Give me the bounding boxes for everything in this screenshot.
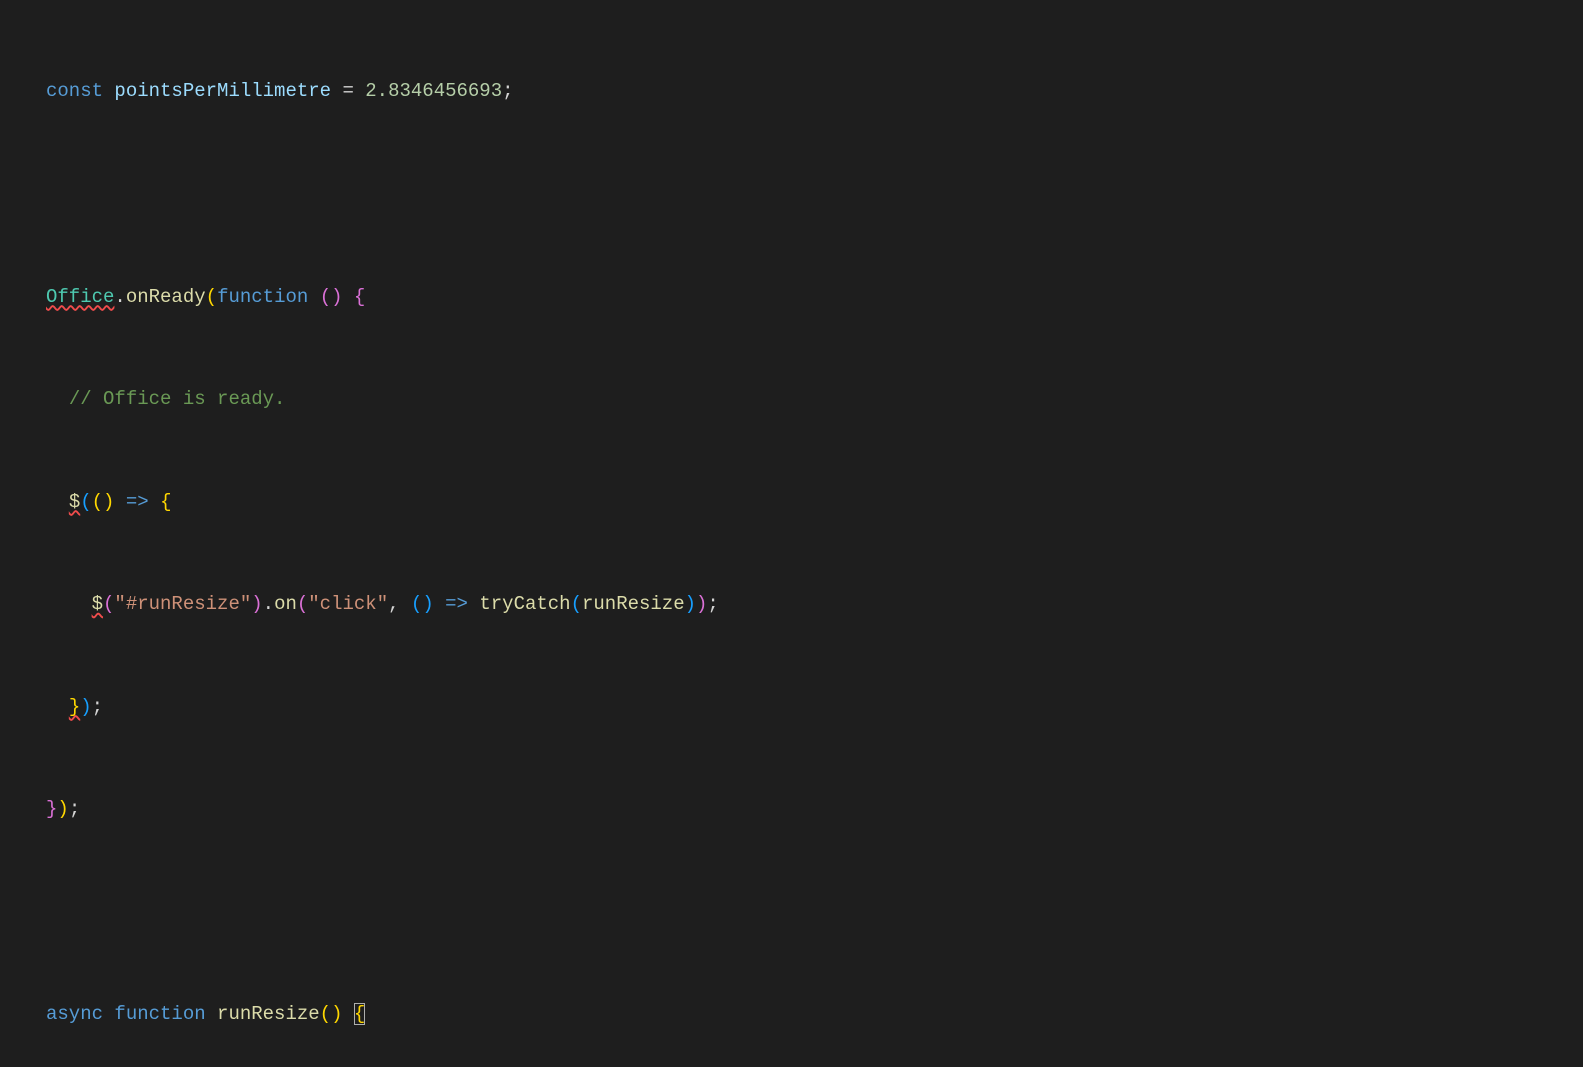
jquery-call: $ — [69, 491, 80, 513]
code-line[interactable]: async function runResize() { — [18, 997, 1583, 1031]
code-line[interactable]: // Office is ready. — [18, 382, 1583, 416]
code-line[interactable]: const pointsPerMillimetre = 2.8346456693… — [18, 74, 1583, 108]
string-literal: "#runResize" — [114, 593, 251, 615]
method-onready: onReady — [126, 286, 206, 308]
code-editor[interactable]: const pointsPerMillimetre = 2.8346456693… — [0, 0, 1583, 1067]
keyword-async: async — [46, 1003, 103, 1025]
jquery-call: $ — [92, 593, 103, 615]
bracket-match-open: { — [354, 1003, 365, 1025]
code-line[interactable] — [18, 177, 1583, 211]
fn-trycatch: tryCatch — [479, 593, 570, 615]
string-literal: "click" — [308, 593, 388, 615]
code-line[interactable] — [18, 895, 1583, 929]
code-line[interactable]: }); — [18, 792, 1583, 826]
keyword-function: function — [217, 286, 308, 308]
identifier-office: Office — [46, 286, 114, 308]
keyword-function: function — [114, 1003, 205, 1025]
comment: // Office is ready. — [69, 388, 286, 410]
code-line[interactable]: $("#runResize").on("click", () => tryCat… — [18, 587, 1583, 621]
code-line[interactable]: }); — [18, 690, 1583, 724]
fn-runresize: runResize — [582, 593, 685, 615]
identifier: pointsPerMillimetre — [114, 80, 331, 102]
code-line[interactable]: $(() => { — [18, 485, 1583, 519]
number-literal: 2.8346456693 — [365, 80, 502, 102]
method-on: on — [274, 593, 297, 615]
keyword-const: const — [46, 80, 103, 102]
code-line[interactable]: Office.onReady(function () { — [18, 280, 1583, 314]
fn-runresize: runResize — [217, 1003, 320, 1025]
